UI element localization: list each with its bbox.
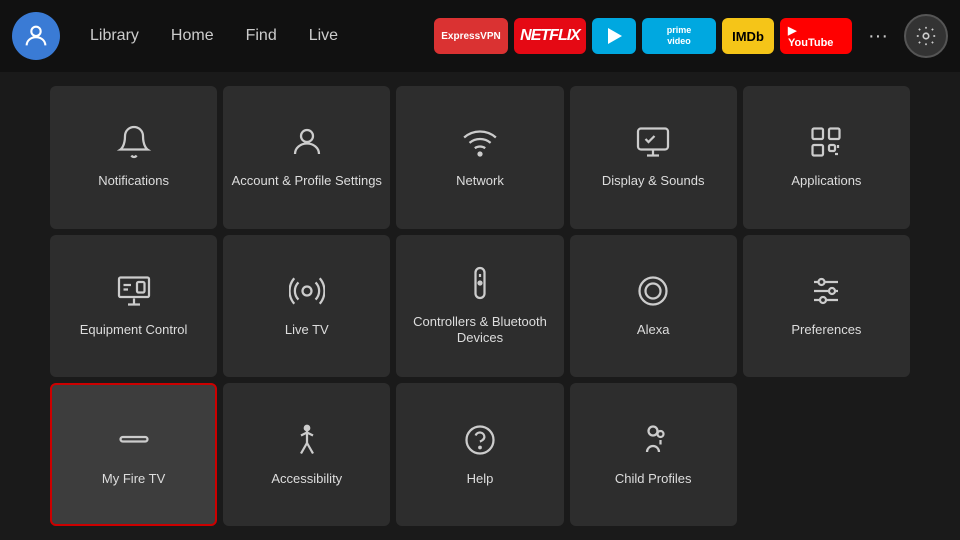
nav-find[interactable]: Find [232, 21, 291, 51]
network-label: Network [456, 173, 504, 190]
avatar[interactable] [12, 12, 60, 60]
equipment-control-label: Equipment Control [80, 322, 188, 339]
nav-library[interactable]: Library [76, 21, 153, 51]
grid-item-help[interactable]: Help [396, 383, 563, 526]
app-freevee[interactable] [592, 18, 636, 54]
grid-item-notifications[interactable]: Notifications [50, 86, 217, 229]
grid-item-child-profiles[interactable]: Child Profiles [570, 383, 737, 526]
accessibility-label: Accessibility [271, 471, 342, 488]
grid-item-display-sounds[interactable]: Display & Sounds [570, 86, 737, 229]
live-tv-label: Live TV [285, 322, 329, 339]
notifications-label: Notifications [98, 173, 169, 190]
alexa-label: Alexa [637, 322, 670, 339]
alexa-icon [635, 273, 671, 314]
grid-item-my-fire-tv[interactable]: My Fire TV [50, 383, 217, 526]
apps-icon [808, 124, 844, 165]
controllers-bluetooth-label: Controllers & Bluetooth Devices [404, 314, 555, 348]
remote-icon [462, 265, 498, 306]
app-icons: ExpressVPN NETFLIX primevideo IMDb ▶ You… [434, 18, 852, 54]
display-sounds-label: Display & Sounds [602, 173, 705, 190]
grid-item-controllers-bluetooth[interactable]: Controllers & Bluetooth Devices [396, 235, 563, 378]
app-netflix[interactable]: NETFLIX [514, 18, 586, 54]
monitor-icon [116, 273, 152, 314]
grid-item-network[interactable]: Network [396, 86, 563, 229]
nav-live[interactable]: Live [295, 21, 352, 51]
child-profiles-label: Child Profiles [615, 471, 692, 488]
settings-grid: Notifications Account & Profile Settings… [0, 72, 960, 540]
preferences-label: Preferences [791, 322, 861, 339]
grid-item-accessibility[interactable]: Accessibility [223, 383, 390, 526]
app-imdb[interactable]: IMDb [722, 18, 774, 54]
app-expressvpn[interactable]: ExpressVPN [434, 18, 508, 54]
app-primevideo[interactable]: primevideo [642, 18, 716, 54]
wifi-icon [462, 124, 498, 165]
accessibility-icon [289, 422, 325, 463]
sliders-icon [808, 273, 844, 314]
child-icon [635, 422, 671, 463]
account-profile-label: Account & Profile Settings [232, 173, 382, 190]
my-fire-tv-label: My Fire TV [102, 471, 165, 488]
grid-item-live-tv[interactable]: Live TV [223, 235, 390, 378]
bell-icon [116, 124, 152, 165]
grid-item-alexa[interactable]: Alexa [570, 235, 737, 378]
firetv-icon [116, 422, 152, 463]
more-button[interactable]: ··· [860, 18, 896, 54]
grid-item-equipment-control[interactable]: Equipment Control [50, 235, 217, 378]
display-icon [635, 124, 671, 165]
top-nav: Library Home Find Live ExpressVPN NETFLI… [0, 0, 960, 72]
antenna-icon [289, 273, 325, 314]
help-label: Help [467, 471, 494, 488]
grid-item-account-profile[interactable]: Account & Profile Settings [223, 86, 390, 229]
nav-home[interactable]: Home [157, 21, 228, 51]
help-icon [462, 422, 498, 463]
applications-label: Applications [791, 173, 861, 190]
person-icon [289, 124, 325, 165]
app-youtube[interactable]: ▶ YouTube [780, 18, 852, 54]
settings-button[interactable] [904, 14, 948, 58]
nav-links: Library Home Find Live [76, 21, 352, 51]
grid-item-preferences[interactable]: Preferences [743, 235, 910, 378]
grid-item-applications[interactable]: Applications [743, 86, 910, 229]
